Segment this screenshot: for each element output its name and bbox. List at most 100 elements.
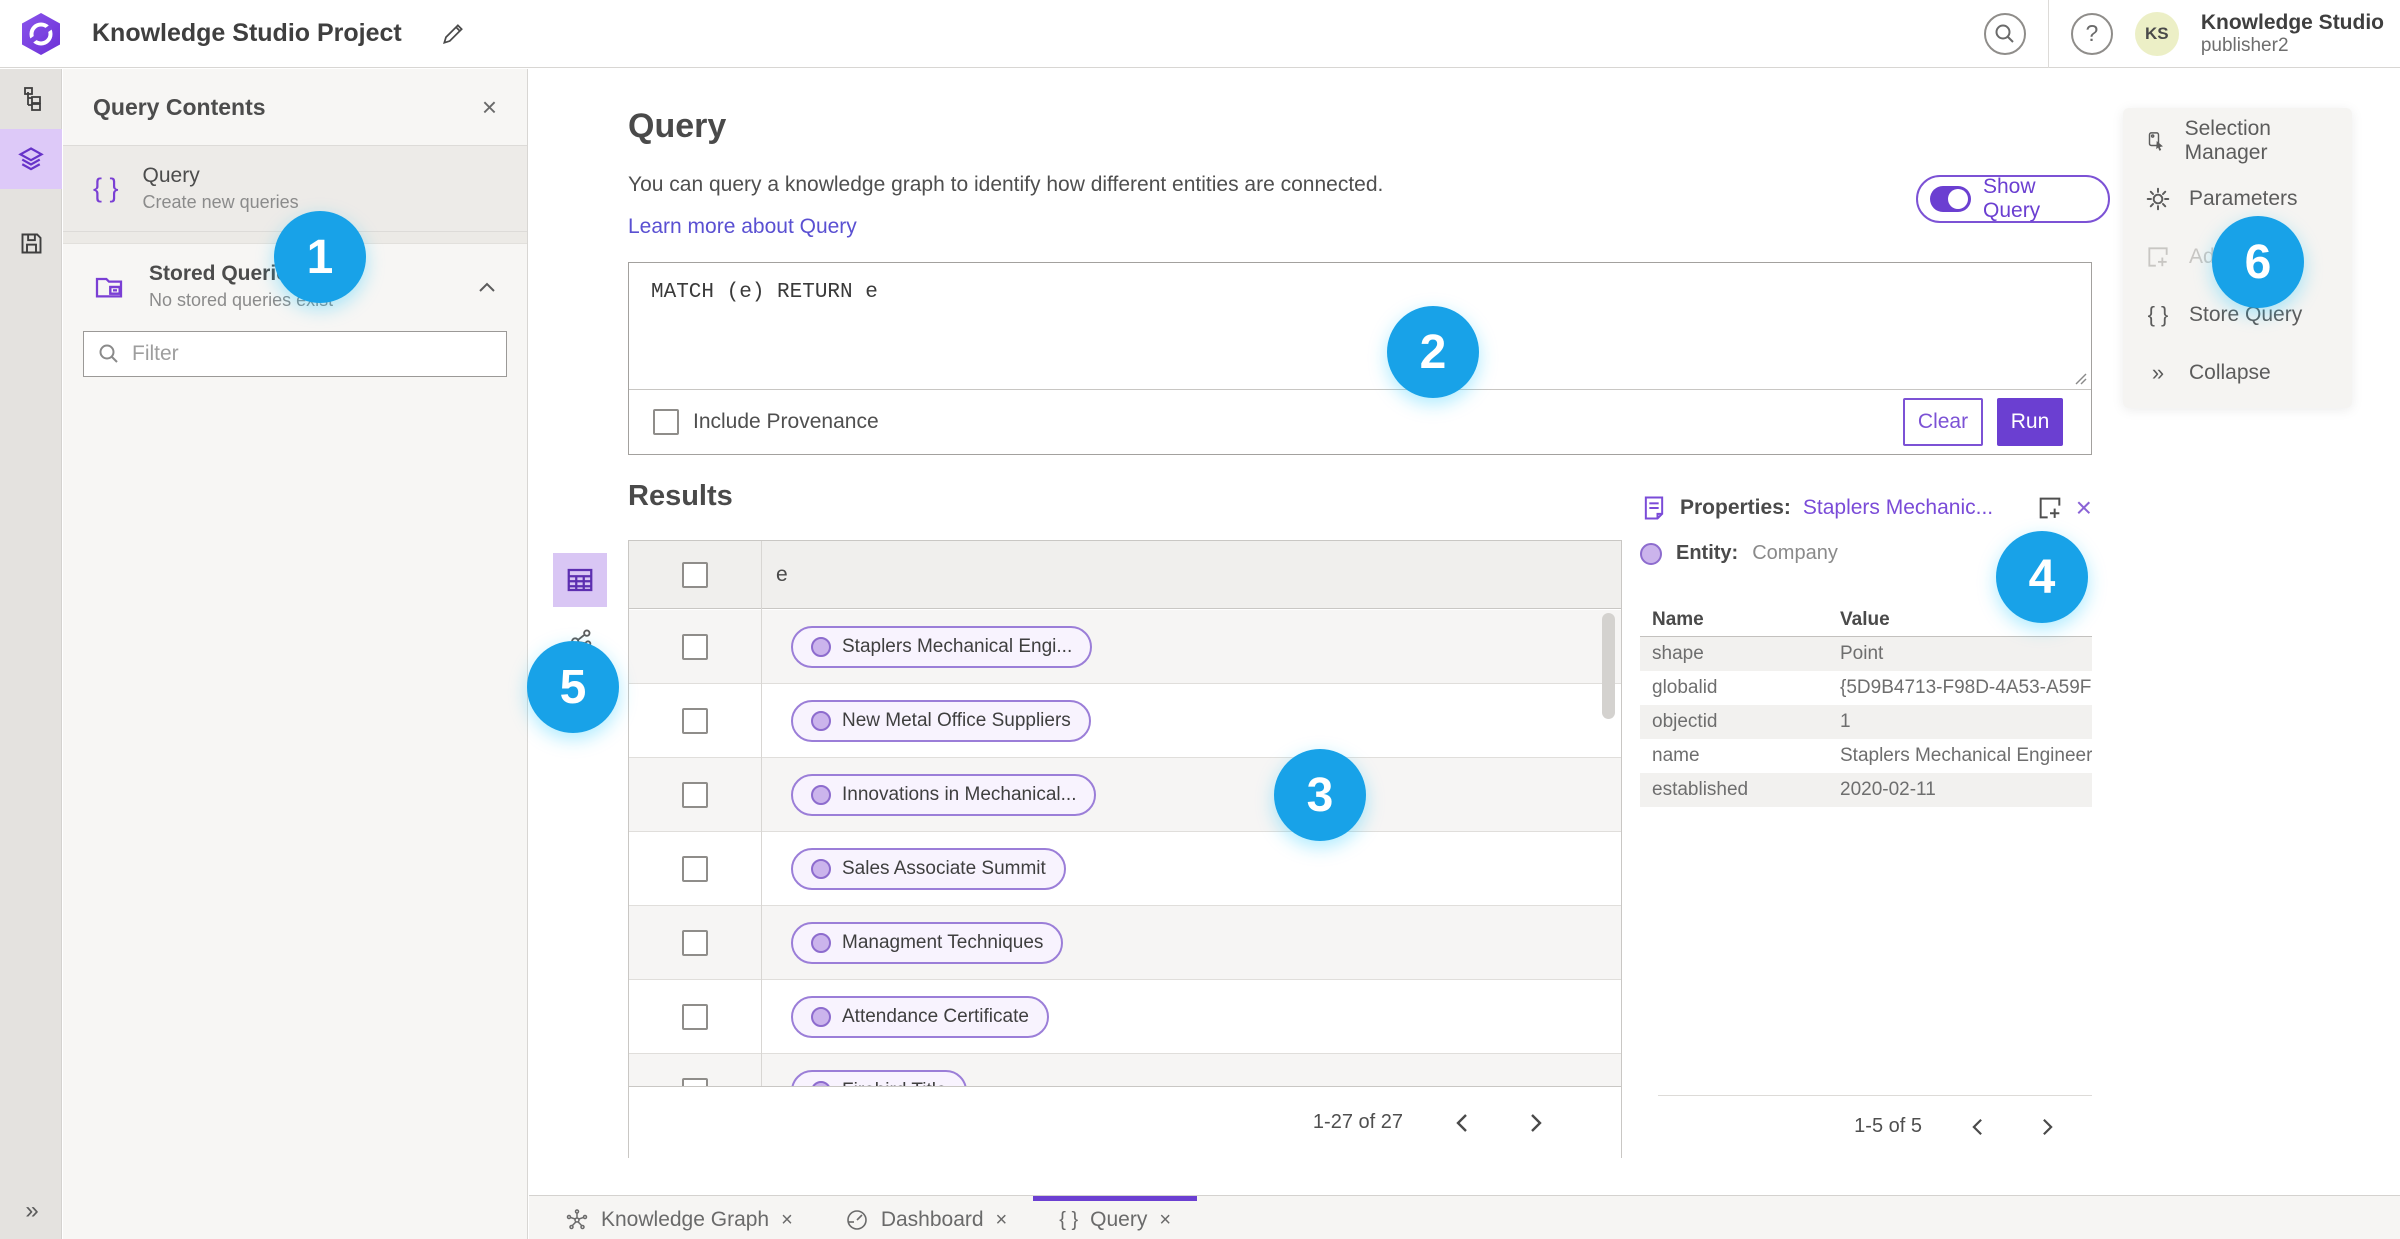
row-checkbox[interactable] [682,929,708,956]
chevron-up-icon[interactable] [477,280,497,294]
next-page-button[interactable] [2032,1112,2062,1142]
table-row[interactable]: Innovations in Mechanical... [629,758,1621,832]
annotation-badge-3: 3 [1274,749,1366,841]
show-query-toggle[interactable]: Show Query [1916,175,2110,223]
toggle-switch-on [1930,186,1971,212]
resize-handle[interactable] [2073,371,2087,385]
entity-dot-icon [811,784,831,805]
run-button[interactable]: Run [1997,398,2063,446]
properties-doc-icon [1644,496,1664,520]
sidebar-item-save[interactable] [0,213,62,273]
close-panel-button[interactable]: × [482,94,497,120]
entity-pill[interactable]: Staplers Mechanical Engi... [791,625,1093,668]
menu-item-label: Collapse [2189,361,2271,384]
table-scrollbar[interactable] [1602,613,1615,719]
properties-entity-link[interactable]: Staplers Mechanic... [1803,496,1993,520]
user-name-label: publisher2 [2200,34,2289,56]
property-row: objectid 1 [1640,705,2092,739]
annotation-badge-2: 2 [1387,306,1479,398]
table-row[interactable]: Staplers Mechanical Engi... [629,610,1621,684]
panel-header: Query Contents × [63,69,527,146]
menu-item-collapse[interactable]: » Collapse [2123,344,2352,402]
results-rows: Staplers Mechanical Engi... New Metal Of… [629,610,1621,1086]
property-value: Staplers Mechanical Engineering [1840,745,2092,766]
table-row[interactable]: Managment Techniques [629,906,1621,980]
app-root: Knowledge Studio Project ? KS Knowledge … [0,0,2400,1239]
next-page-button[interactable] [1521,1108,1551,1138]
row-checkbox[interactable] [682,855,708,882]
avatar-initials: KS [2145,23,2169,43]
left-rail: » [0,69,62,1239]
property-row: established 2020-02-11 [1640,773,2092,807]
entity-dot-icon [811,1006,831,1027]
close-tab-icon[interactable]: × [996,1209,1008,1232]
square-plus-icon [2148,247,2168,267]
row-checkbox[interactable] [682,1077,708,1086]
table-row[interactable]: New Metal Office Suppliers [629,684,1621,758]
prev-page-button[interactable] [1447,1108,1477,1138]
entity-pill[interactable]: New Metal Office Suppliers [791,699,1091,742]
table-icon [567,568,593,592]
close-tab-icon[interactable]: × [781,1209,793,1232]
clear-button[interactable]: Clear [1903,398,1983,446]
filter-input[interactable] [132,342,492,366]
entity-label: Managment Techniques [842,931,1044,953]
tab-label: Knowledge Graph [601,1208,770,1231]
table-row[interactable]: Sales Associate Summit [629,832,1621,906]
bottom-tab-bar: Knowledge Graph × Dashboard × { } Query … [529,1195,2400,1239]
prev-page-button[interactable] [1962,1112,1992,1142]
property-row: globalid {5D9B4713-F98D-4A53-A59F-C11... [1640,671,2092,705]
results-range-label: 1-27 of 27 [1312,1111,1403,1133]
entity-pill[interactable]: Firebird Title [791,1069,967,1086]
help-button[interactable]: ? [2070,12,2113,55]
property-value: 2020-02-11 [1840,779,1936,800]
entity-pill[interactable]: Sales Associate Summit [791,847,1066,890]
table-row[interactable]: Attendance Certificate [629,980,1621,1054]
entity-pill[interactable]: Managment Techniques [791,921,1064,964]
expand-rail-button[interactable]: » [0,1197,62,1225]
property-value: {5D9B4713-F98D-4A53-A59F-C11... [1840,677,2092,698]
entity-label: Sales Associate Summit [842,857,1046,879]
table-row[interactable]: Firebird Title [629,1054,1621,1086]
toggle-label: Show Query [1983,175,2041,222]
layers-icon [18,147,44,171]
property-name: established [1652,779,1749,800]
column-divider [761,541,762,1086]
property-row: name Staplers Mechanical Engineering [1640,739,2092,773]
sidebar-item-layers[interactable] [0,129,62,189]
menu-item-selection-manager[interactable]: Selection Manager [2123,112,2352,170]
row-checkbox[interactable] [682,707,708,734]
table-view-button[interactable] [553,553,607,607]
select-all-checkbox[interactable] [682,561,708,588]
learn-more-link[interactable]: Learn more about Query [628,215,857,239]
user-menu[interactable]: Knowledge Studio publisher2 [2201,11,2384,57]
add-to-selection-icon[interactable] [2036,494,2064,522]
entity-pill[interactable]: Innovations in Mechanical... [791,773,1097,816]
include-provenance-checkbox[interactable] [653,409,679,435]
row-checkbox[interactable] [682,633,708,660]
query-textarea[interactable]: MATCH (e) RETURN e [629,263,2091,390]
sidebar-item-schema[interactable] [0,69,62,129]
edit-title-button[interactable] [436,17,470,51]
row-checkbox[interactable] [682,781,708,808]
tab-query[interactable]: { } Query × [1033,1196,1198,1239]
schema-icon [24,87,41,111]
search-icon [99,344,118,363]
entity-pill[interactable]: Attendance Certificate [791,995,1049,1038]
user-avatar[interactable]: KS [2134,11,2179,56]
column-header-e: e [776,562,788,586]
close-tab-icon[interactable]: × [1159,1209,1171,1232]
contents-item-texts: Query Create new queries [143,164,497,213]
tab-dashboard[interactable]: Dashboard × [819,1196,1033,1239]
entity-label: Staplers Mechanical Engi... [842,635,1073,657]
property-name: shape [1652,643,1704,664]
double-chevron-icon: » [2151,360,2165,385]
tab-knowledge-graph[interactable]: Knowledge Graph × [539,1196,819,1239]
menu-item-parameters[interactable]: Parameters [2123,170,2352,228]
close-properties-button[interactable]: × [2076,494,2092,522]
editor-footer: Include Provenance Clear Run [629,390,2091,454]
query-editor: MATCH (e) RETURN e Include Provenance Cl… [628,262,2092,455]
row-checkbox[interactable] [682,1003,708,1030]
search-button[interactable] [1983,12,2026,55]
tab-label: Dashboard [880,1208,984,1231]
